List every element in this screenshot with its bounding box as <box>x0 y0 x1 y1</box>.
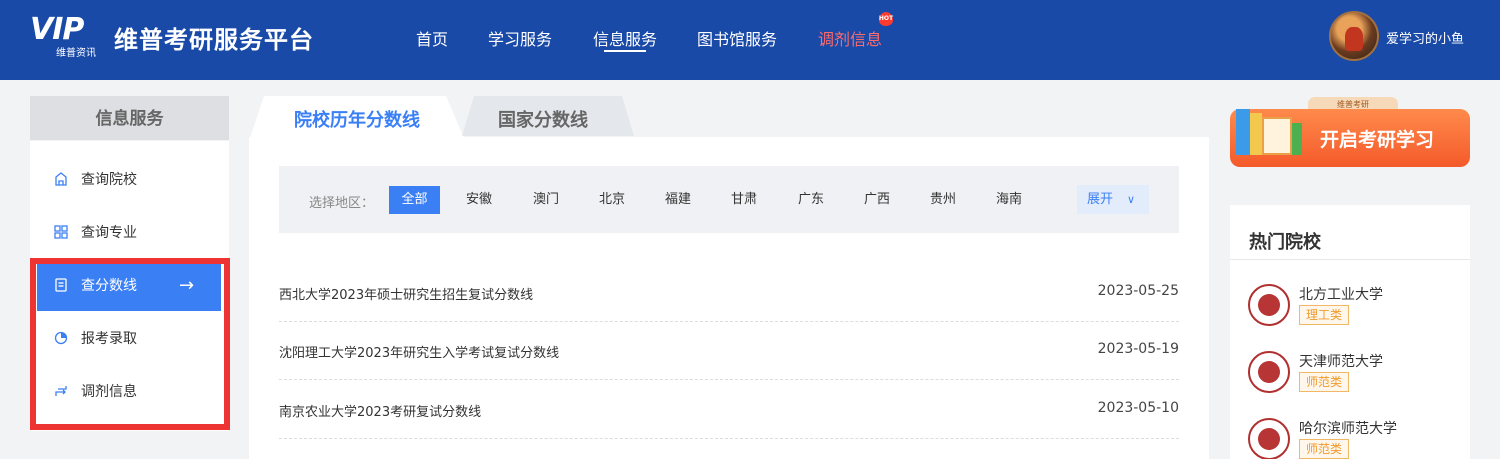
score-icon <box>55 278 67 292</box>
chevron-down-icon: ∨ <box>1127 193 1136 206</box>
news-title[interactable]: 沈阳理工大学2023年研究生入学考试复试分数线 <box>279 342 559 361</box>
region-option-all[interactable]: 全部 <box>389 186 440 214</box>
sidebar-item-query-school[interactable]: 查询院校 <box>37 155 221 205</box>
banner-text: 开启考研学习 <box>1320 129 1435 151</box>
hot-schools-divider <box>1230 259 1470 260</box>
region-option[interactable]: 福建 <box>665 186 691 214</box>
news-title[interactable]: 西北大学2023年硕士研究生招生复试分数线 <box>279 284 533 303</box>
nav-item-adjustment-info[interactable]: 调剂信息 <box>818 26 882 50</box>
tab-national-scores-label[interactable]: 国家分数线 <box>498 106 588 132</box>
school-emblem-icon <box>1248 284 1290 326</box>
nav-item-home[interactable]: 首页 <box>416 26 448 50</box>
region-option[interactable]: 澳门 <box>533 186 559 214</box>
school-emblem-icon <box>1248 351 1290 393</box>
sidebar-item-label: 查询专业 <box>81 225 137 241</box>
nav-item-library-service[interactable]: 图书馆服务 <box>697 26 777 50</box>
hot-school-item[interactable]: 天津师范大学 师范类 <box>1248 351 1458 401</box>
list-item[interactable]: 南京农业大学2023考研复试分数线 2023-05-10 <box>279 381 1179 439</box>
start-study-banner[interactable]: 维普考研 开启考研学习 <box>1230 97 1470 167</box>
hot-school-item[interactable]: 哈尔滨师范大学 师范类 <box>1248 418 1458 459</box>
news-date: 2023-05-10 <box>1097 400 1179 416</box>
site-logo[interactable]: VIP 维普资讯 <box>30 12 102 60</box>
avatar-figure <box>1345 27 1363 51</box>
school-name[interactable]: 天津师范大学 <box>1299 351 1383 371</box>
sidebar-item-label: 查分数线 <box>81 278 137 294</box>
top-header: VIP 维普资讯 维普考研服务平台 首页 学习服务 信息服务 图书馆服务 调剂信… <box>0 0 1500 80</box>
nav-item-info-service[interactable]: 信息服务 <box>593 26 657 50</box>
username[interactable]: 爱学习的小鱼 <box>1386 28 1464 47</box>
tab-school-scores-label[interactable]: 院校历年分数线 <box>294 106 420 132</box>
region-option[interactable]: 广东 <box>798 186 824 214</box>
nav-item-study-service[interactable]: 学习服务 <box>488 26 552 50</box>
sidebar-item-query-score[interactable]: 查分数线 → <box>37 261 221 311</box>
brand-title[interactable]: 维普考研服务平台 <box>114 20 314 55</box>
hot-badge-label: HOT <box>878 15 894 22</box>
expand-label: 展开 <box>1087 192 1114 207</box>
school-emblem-icon <box>1248 418 1290 459</box>
region-option[interactable]: 甘肃 <box>731 186 757 214</box>
region-option[interactable]: 北京 <box>599 186 625 214</box>
logo-mark: VIP <box>30 12 84 47</box>
list-item[interactable]: 沈阳理工大学2023年研究生入学考试复试分数线 2023-05-19 <box>279 322 1179 380</box>
news-title[interactable]: 南京农业大学2023考研复试分数线 <box>279 401 481 420</box>
list-item[interactable]: 西北大学2023年硕士研究生招生复试分数线 2023-05-25 <box>279 264 1179 322</box>
region-option[interactable]: 贵州 <box>930 186 956 214</box>
sidebar-item-label: 查询院校 <box>81 172 137 188</box>
logo-subtitle: 维普资讯 <box>56 48 96 59</box>
region-option[interactable]: 广西 <box>864 186 890 214</box>
region-option[interactable]: 海南 <box>996 186 1022 214</box>
region-option[interactable]: 安徽 <box>466 186 492 214</box>
school-name[interactable]: 哈尔滨师范大学 <box>1299 418 1397 438</box>
expand-regions-button[interactable]: 展开 ∨ <box>1077 185 1149 214</box>
books-icon <box>1236 109 1306 159</box>
school-category-badge: 师范类 <box>1299 439 1350 459</box>
school-name[interactable]: 北方工业大学 <box>1299 284 1383 304</box>
hot-school-item[interactable]: 北方工业大学 理工类 <box>1248 284 1458 334</box>
news-date: 2023-05-19 <box>1097 341 1179 357</box>
news-date: 2023-05-25 <box>1097 283 1179 299</box>
grid-icon <box>54 225 68 239</box>
arrow-right-icon: → <box>179 275 195 296</box>
hot-schools-title: 热门院校 <box>1249 232 1321 253</box>
sidebar-item-label: 报考录取 <box>81 331 137 347</box>
school-icon <box>55 172 67 186</box>
region-filter-label: 选择地区： <box>309 196 375 211</box>
swap-icon <box>55 386 67 396</box>
sidebar-item-query-major[interactable]: 查询专业 <box>37 208 221 258</box>
hot-badge-icon: HOT <box>877 12 895 28</box>
sidebar-title: 信息服务 <box>30 96 229 140</box>
sidebar-item-admission[interactable]: 报考录取 <box>37 314 221 364</box>
sidebar-item-adjustment[interactable]: 调剂信息 <box>37 367 221 417</box>
pie-chart-icon <box>54 331 68 345</box>
sidebar-item-label: 调剂信息 <box>81 384 137 400</box>
user-avatar[interactable] <box>1329 11 1379 61</box>
school-category-badge: 师范类 <box>1299 372 1350 392</box>
school-category-badge: 理工类 <box>1299 305 1350 325</box>
active-nav-underline <box>604 50 646 52</box>
